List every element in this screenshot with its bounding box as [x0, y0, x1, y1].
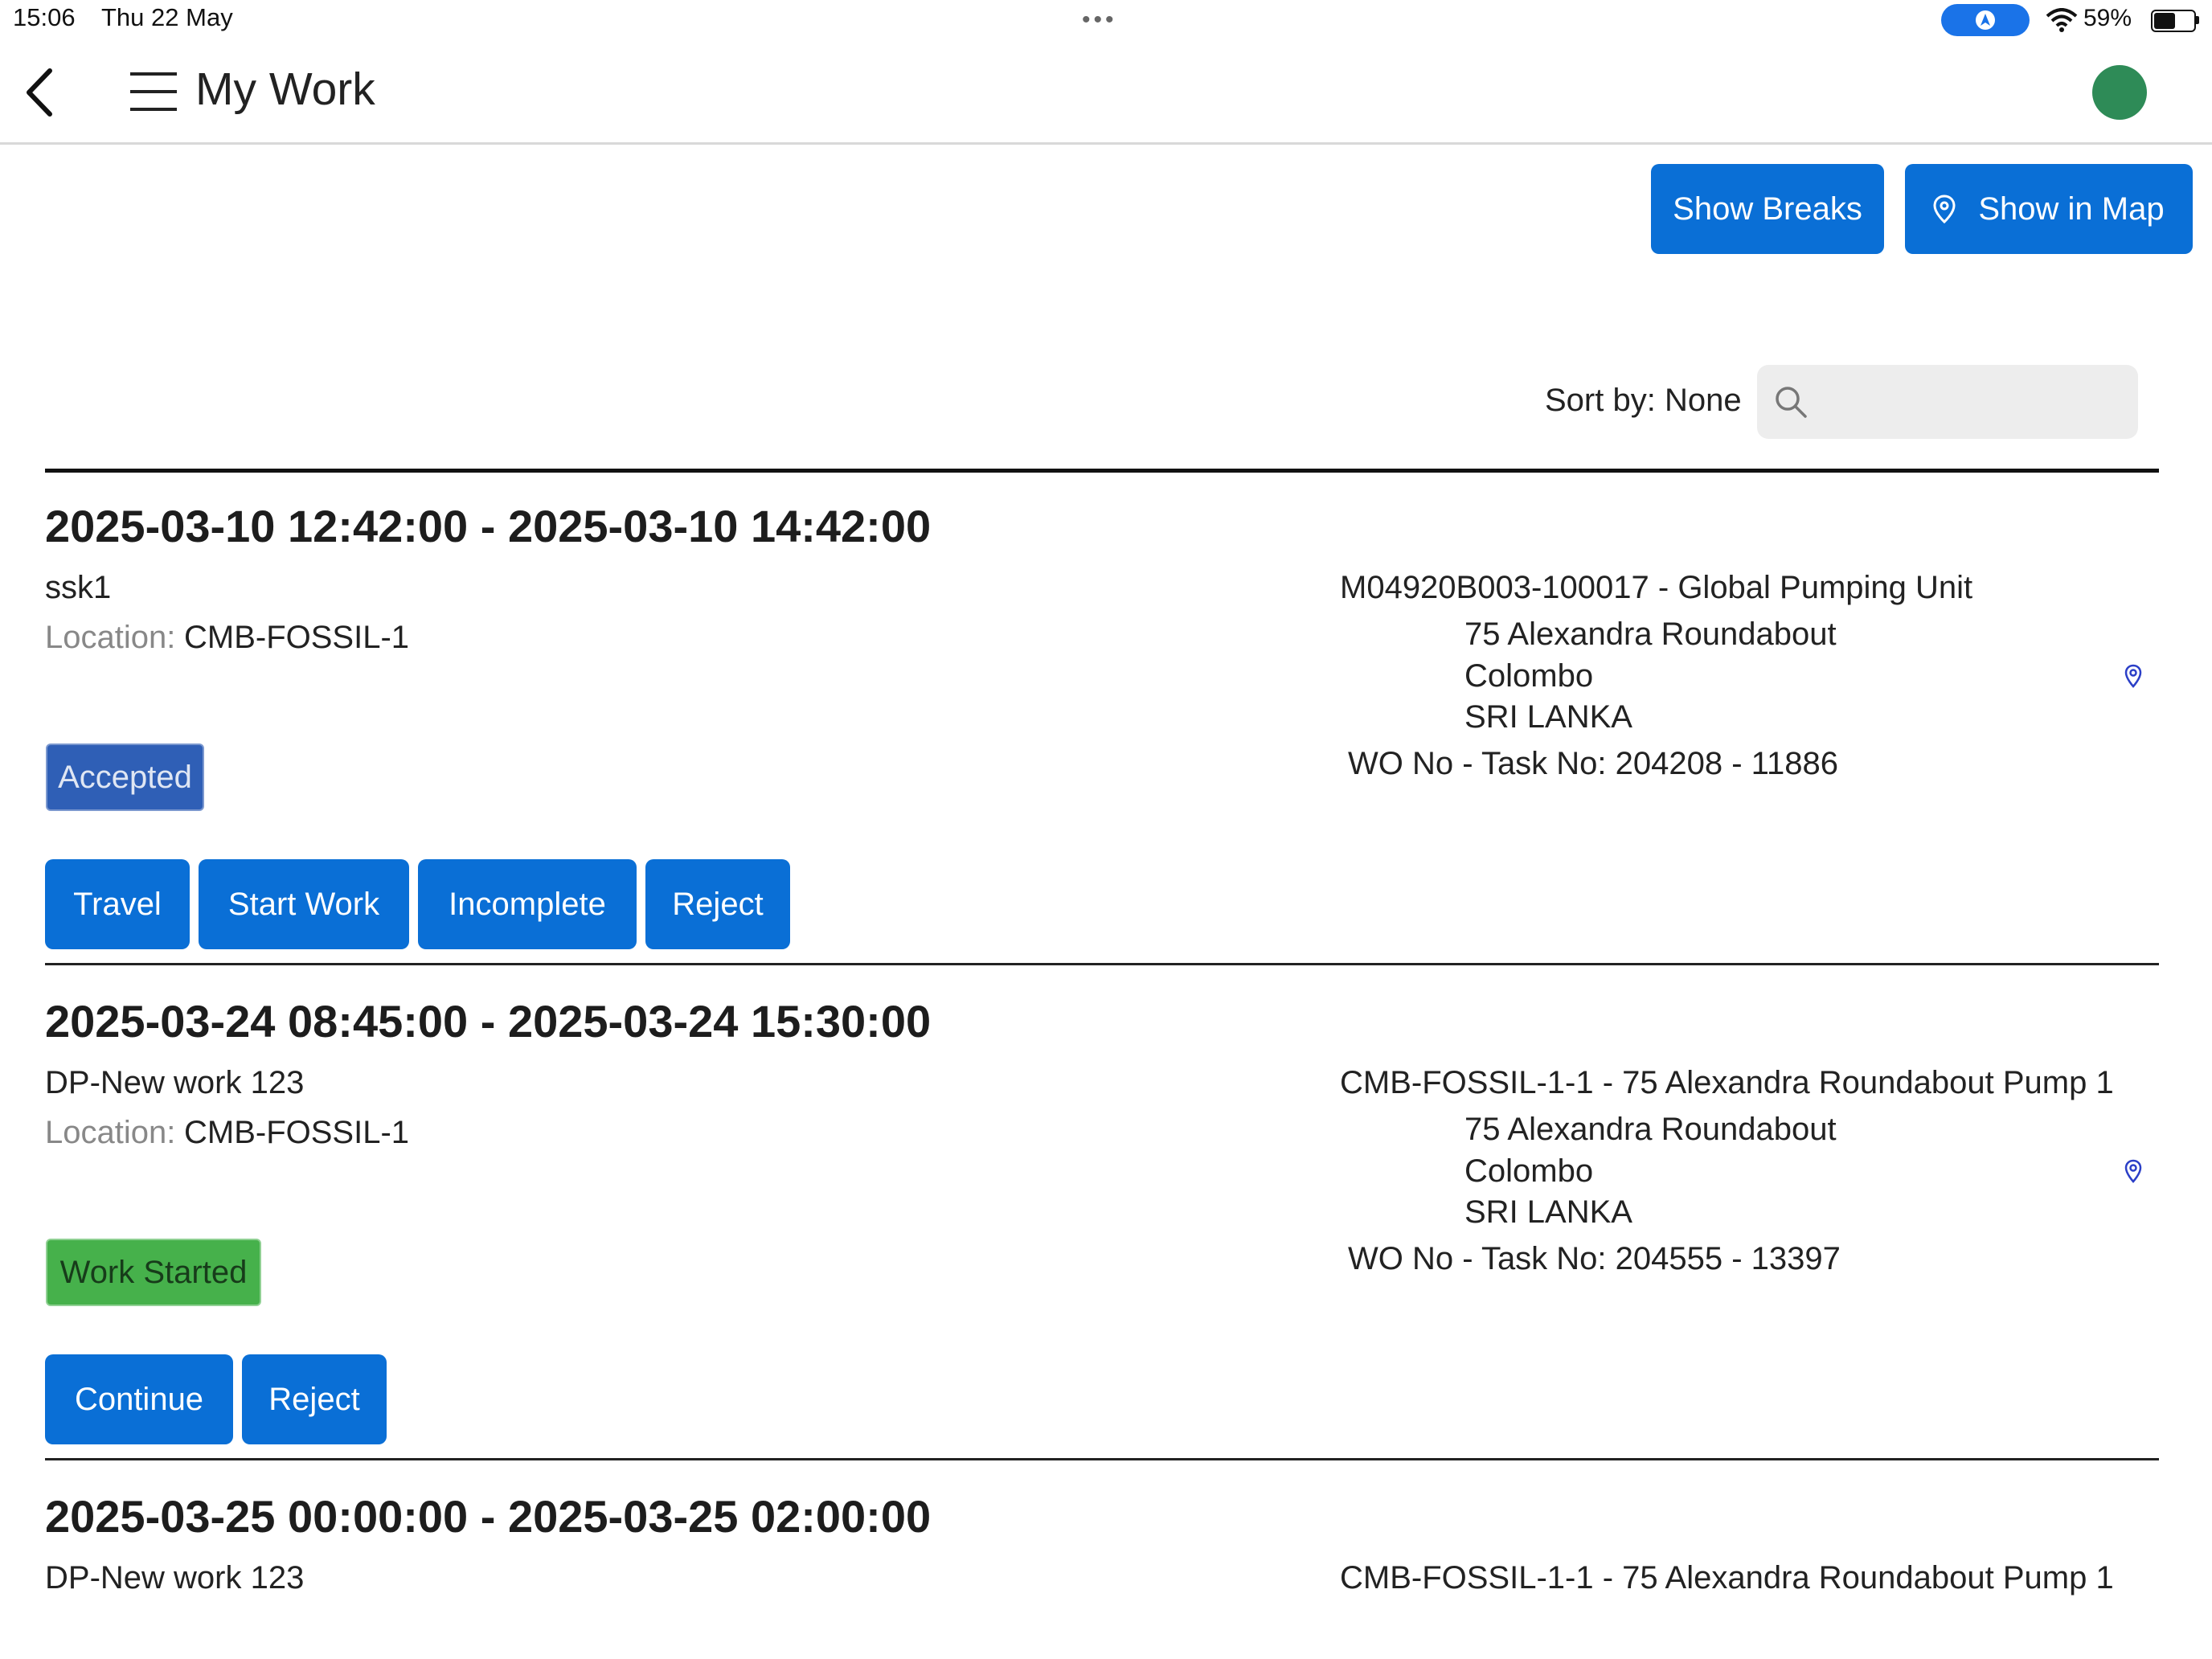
card-divider — [45, 963, 2159, 965]
wo-task-number: WO No - Task No: 204555 - 13397 — [1348, 1241, 1841, 1276]
status-badge: Accepted — [46, 743, 204, 811]
wifi-icon — [2046, 8, 2078, 32]
address-street: 75 Alexandra Roundabout — [1464, 616, 1837, 652]
location-pin-icon[interactable] — [2124, 664, 2142, 688]
incomplete-button[interactable]: Incomplete — [418, 859, 637, 949]
location-label: Location: — [45, 620, 176, 655]
location-services-icon — [1941, 4, 2030, 36]
status-badge: Work Started — [46, 1239, 261, 1306]
list-top-divider — [45, 469, 2159, 473]
asset-name: M04920B003-100017 - Global Pumping Unit — [1340, 570, 1973, 605]
address-country: SRI LANKA — [1464, 1194, 1632, 1230]
location-value: CMB-FOSSIL-1 — [184, 620, 410, 655]
start-work-button[interactable]: Start Work — [199, 859, 409, 949]
search-input[interactable] — [1757, 365, 2138, 439]
location-pin-icon[interactable] — [2124, 1159, 2142, 1183]
page-title: My Work — [195, 63, 375, 115]
show-breaks-label: Show Breaks — [1673, 190, 1862, 227]
address-city: Colombo — [1464, 1153, 1594, 1189]
address-street: 75 Alexandra Roundabout — [1464, 1112, 1837, 1147]
user-avatar[interactable] — [2092, 65, 2147, 120]
map-pin-icon — [1933, 195, 1956, 223]
location-label: Location: — [45, 1115, 176, 1150]
show-in-map-button[interactable]: Show in Map — [1905, 164, 2193, 254]
travel-button[interactable]: Travel — [45, 859, 190, 949]
card-time-range: 2025-03-25 00:00:00 - 2025-03-25 02:00:0… — [45, 1491, 932, 1542]
show-in-map-label: Show in Map — [1978, 190, 2165, 227]
continue-button[interactable]: Continue — [45, 1354, 233, 1444]
status-time: 15:06 — [13, 3, 76, 31]
sort-by-selector[interactable]: Sort by: None — [1545, 383, 1742, 419]
header-divider — [0, 142, 2212, 145]
card-divider — [45, 1458, 2159, 1460]
address-country: SRI LANKA — [1464, 699, 1632, 735]
battery-tip — [2196, 16, 2199, 24]
battery-percent: 59% — [2083, 5, 2132, 31]
back-arrow-icon[interactable] — [21, 64, 61, 121]
multitasking-dots-icon[interactable]: ••• — [1082, 6, 1117, 34]
wo-task-number: WO No - Task No: 204208 - 11886 — [1348, 746, 1838, 781]
card-work-name: DP-New work 123 — [45, 1560, 305, 1596]
menu-icon[interactable] — [129, 71, 178, 113]
show-breaks-button[interactable]: Show Breaks — [1651, 164, 1884, 254]
battery-level — [2154, 13, 2175, 29]
search-icon — [1776, 387, 1807, 418]
status-date: Thu 22 May — [101, 3, 233, 31]
asset-name: CMB-FOSSIL-1-1 - 75 Alexandra Roundabout… — [1340, 1560, 2114, 1596]
card-work-name: DP-New work 123 — [45, 1065, 305, 1100]
location-value: CMB-FOSSIL-1 — [184, 1115, 410, 1150]
reject-button[interactable]: Reject — [242, 1354, 387, 1444]
card-time-range: 2025-03-24 08:45:00 - 2025-03-24 15:30:0… — [45, 996, 932, 1047]
address-city: Colombo — [1464, 658, 1594, 694]
asset-name: CMB-FOSSIL-1-1 - 75 Alexandra Roundabout… — [1340, 1065, 2114, 1100]
card-work-name: ssk1 — [45, 570, 112, 605]
card-time-range: 2025-03-10 12:42:00 - 2025-03-10 14:42:0… — [45, 501, 932, 551]
reject-button[interactable]: Reject — [645, 859, 790, 949]
